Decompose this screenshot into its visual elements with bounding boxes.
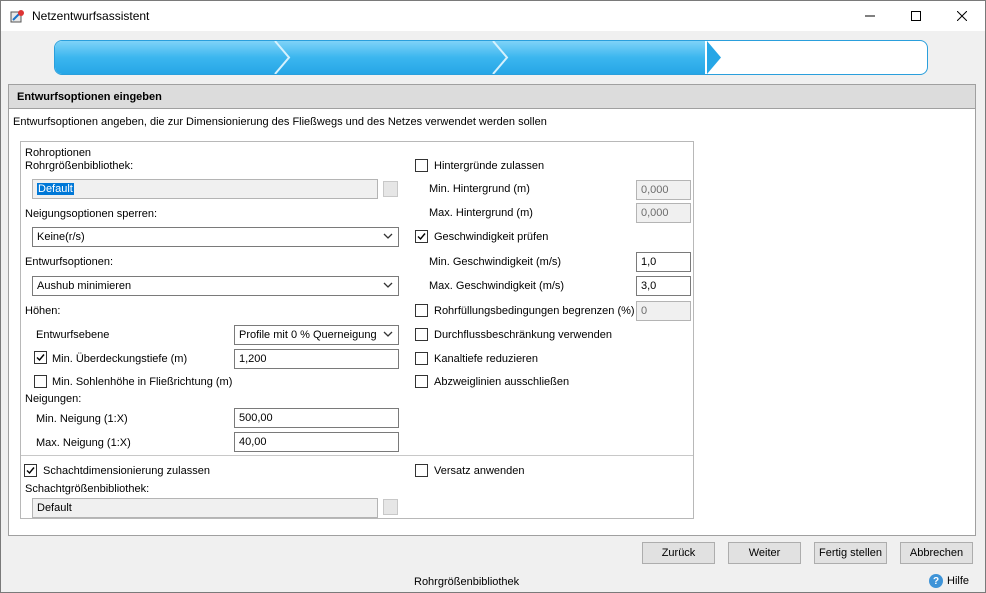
status-text: Rohrgrößenbibliothek <box>414 576 520 588</box>
back-button[interactable]: Zurück <box>642 542 715 564</box>
help-label: Hilfe <box>947 575 970 587</box>
max-vel-label: Max. Geschwindigkeit (m/s) <box>429 280 565 292</box>
finish-button[interactable]: Fertig stellen <box>814 542 887 564</box>
step-divider-2 <box>492 41 509 74</box>
maximize-button[interactable] <box>893 1 939 31</box>
window-title: Netzentwurfsassistent <box>32 9 150 23</box>
group-separator <box>21 455 693 456</box>
help-icon: ? <box>929 574 943 588</box>
design-options-select[interactable]: Aushub minimieren <box>32 276 399 296</box>
manhole-lib-label: Schachtgrößenbibliothek: <box>25 483 150 495</box>
step-divider-3 <box>707 41 721 74</box>
minimize-icon <box>865 15 875 17</box>
slope-lock-value: Keine(r/s) <box>37 231 85 243</box>
pipe-library-browse-button[interactable] <box>383 181 398 197</box>
app-icon <box>10 10 24 23</box>
chevron-down-icon <box>383 233 393 239</box>
backgrounds-label: Hintergründe zulassen <box>434 160 545 172</box>
max-slope-field[interactable]: 40,00 <box>234 432 399 452</box>
min-slope-field[interactable]: 500,00 <box>234 408 399 428</box>
chevron-down-icon <box>383 282 393 288</box>
max-bg-label: Max. Hintergrund (m) <box>429 207 533 219</box>
checkmark-icon <box>36 354 45 362</box>
wizard-progress <box>54 40 928 75</box>
maximize-icon <box>911 11 921 21</box>
pipe-library-field[interactable]: Default <box>32 179 378 199</box>
title-bar: Netzentwurfsassistent <box>1 1 985 31</box>
design-options-value: Aushub minimieren <box>37 280 132 292</box>
min-invert-label: Min. Sohlenhöhe in Fließrichtung (m) <box>52 376 233 388</box>
backgrounds-checkbox[interactable] <box>415 159 428 172</box>
fill-label: Rohrfüllungsbedingungen begrenzen (%) <box>434 305 635 317</box>
design-plane-value: Profile mit 0 % Querneigung <box>239 329 377 341</box>
design-plane-select[interactable]: Profile mit 0 % Querneigung <box>234 325 399 345</box>
velocity-label: Geschwindigkeit prüfen <box>434 231 549 243</box>
max-bg-field[interactable]: 0,000 <box>636 203 691 223</box>
flow-label: Durchflussbeschränkung verwenden <box>434 329 612 341</box>
pipe-library-label: Rohrgrößenbibliothek: <box>25 160 134 172</box>
min-invert-checkbox[interactable] <box>34 375 47 388</box>
min-cover-field[interactable]: 1,200 <box>234 349 399 369</box>
channel-checkbox[interactable] <box>415 352 428 365</box>
close-button[interactable] <box>939 1 985 31</box>
manhole-lib-field[interactable]: Default <box>32 498 378 518</box>
cancel-button[interactable]: Abbrechen <box>900 542 973 564</box>
panel-header: Entwurfsoptionen eingeben <box>9 85 975 109</box>
offset-checkbox[interactable] <box>415 464 428 477</box>
offset-label: Versatz anwenden <box>434 465 525 477</box>
close-icon <box>957 11 967 21</box>
panel-description: Entwurfsoptionen angeben, die zur Dimens… <box>13 116 547 128</box>
max-vel-field[interactable]: 3,0 <box>636 276 691 296</box>
help-link[interactable]: ? Hilfe <box>929 574 969 588</box>
min-cover-label: Min. Überdeckungstiefe (m) <box>52 353 188 365</box>
manhole-checkbox[interactable] <box>24 464 37 477</box>
wizard-window: Netzentwurfsassistent Entwurfsoptionen e… <box>0 0 986 593</box>
min-vel-field[interactable]: 1,0 <box>636 252 691 272</box>
min-cover-checkbox[interactable] <box>34 351 47 364</box>
progress-fill <box>55 41 705 74</box>
min-bg-label: Min. Hintergrund (m) <box>429 183 530 195</box>
panel-title: Entwurfsoptionen eingeben <box>17 91 162 103</box>
next-button[interactable]: Weiter <box>728 542 801 564</box>
step-divider-1 <box>274 41 291 74</box>
branch-label: Abzweiglinien ausschließen <box>434 376 570 388</box>
channel-label: Kanaltiefe reduzieren <box>434 353 538 365</box>
chevron-down-icon <box>383 331 393 337</box>
group-title: Rohroptionen <box>25 147 92 159</box>
flow-checkbox[interactable] <box>415 328 428 341</box>
slope-lock-label: Neigungsoptionen sperren: <box>25 208 158 220</box>
design-options-label: Entwurfsoptionen: <box>25 256 114 268</box>
min-bg-field[interactable]: 0,000 <box>636 180 691 200</box>
max-slope-label: Max. Neigung (1:X) <box>36 437 131 449</box>
fill-checkbox[interactable] <box>415 304 428 317</box>
velocity-checkbox[interactable] <box>415 230 428 243</box>
min-vel-label: Min. Geschwindigkeit (m/s) <box>429 256 562 268</box>
pipe-library-value: Default <box>37 183 74 195</box>
slopes-label: Neigungen: <box>25 393 82 405</box>
min-slope-label: Min. Neigung (1:X) <box>36 413 128 425</box>
heights-label: Höhen: <box>25 305 61 317</box>
slope-lock-select[interactable]: Keine(r/s) <box>32 227 399 247</box>
manhole-label: Schachtdimensionierung zulassen <box>43 465 210 477</box>
checkmark-icon <box>417 233 426 241</box>
minimize-button[interactable] <box>847 1 893 31</box>
checkmark-icon <box>26 467 35 475</box>
branch-checkbox[interactable] <box>415 375 428 388</box>
design-plane-label: Entwurfsebene <box>36 329 110 341</box>
fill-field[interactable]: 0 <box>636 301 691 321</box>
manhole-lib-browse-button[interactable] <box>383 499 398 515</box>
